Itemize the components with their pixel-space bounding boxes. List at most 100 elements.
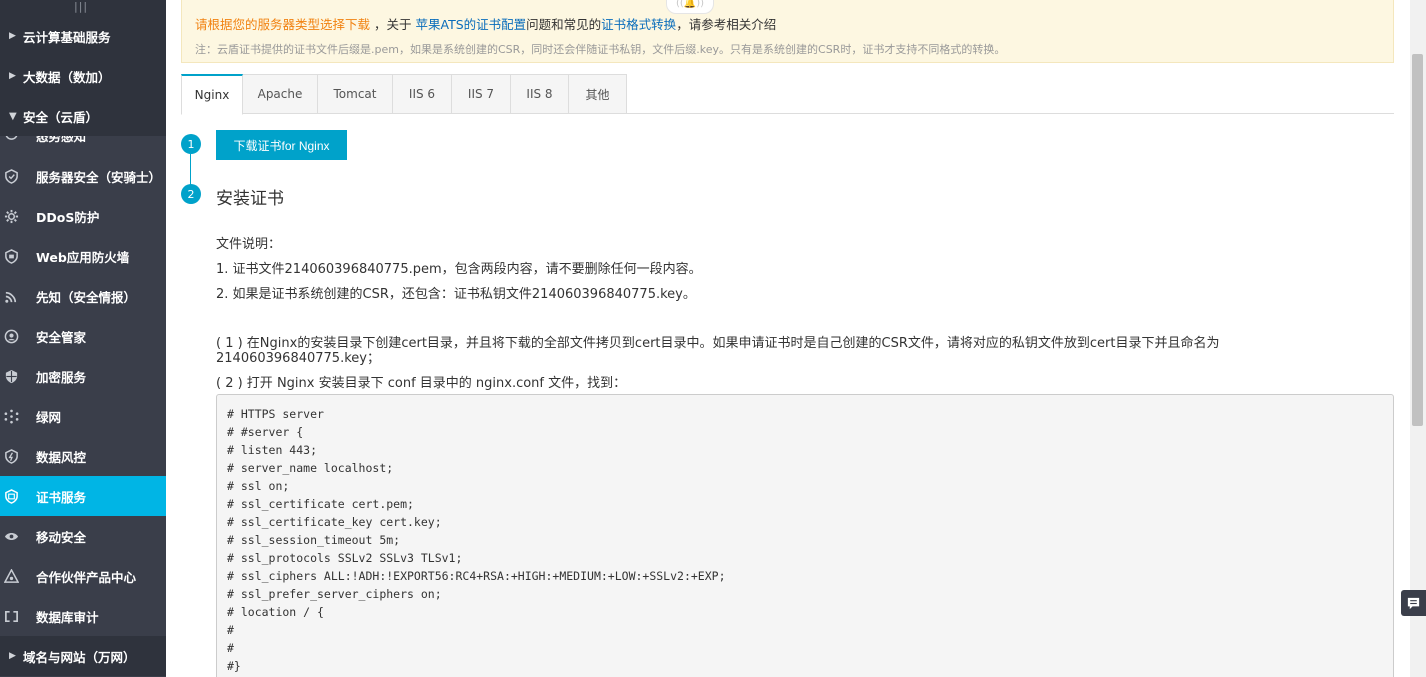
- sidebar-item-security-butler[interactable]: 安全管家: [0, 316, 166, 356]
- eye-icon: [0, 136, 36, 141]
- menu-toggle-icon[interactable]: |||: [74, 0, 88, 13]
- code-line: #: [227, 641, 234, 655]
- install-instructions: 文件说明： 1. 证书文件214060396840775.pem，包含两段内容，…: [216, 232, 1396, 393]
- file-desc-title: 文件说明：: [216, 237, 282, 252]
- server-type-tabs: Nginx Apache Tomcat IIS 6 IIS 7 IIS 8 其他: [181, 74, 1394, 115]
- code-line: # ssl_session_timeout 5m;: [227, 533, 401, 547]
- sidebar-item-label: 安全管家: [36, 329, 87, 345]
- step-2-badge: 2: [181, 184, 201, 204]
- certificate-icon: [0, 488, 36, 504]
- sidebar: ||| ▶ 云计算基础服务 ▶ 大数据（数加） ▼ 安全（云盾） 态势感知 服务…: [0, 0, 166, 677]
- sidebar-item-label: 合作伙伴产品中心: [36, 569, 137, 585]
- ats-config-link[interactable]: 苹果ATS的证书配置: [416, 17, 527, 32]
- sidebar-item-data-risk[interactable]: 数据风控: [0, 436, 166, 476]
- encrypt-icon: [0, 369, 36, 384]
- sidebar-group-label: 大数据（数加）: [23, 69, 111, 85]
- db-audit-icon: [0, 609, 36, 624]
- sidebar-group-security[interactable]: ▼ 安全（云盾）: [0, 96, 166, 136]
- partner-icon: [0, 568, 36, 584]
- file-desc-item: 2. 如果是证书系统创建的CSR，还包含：证书私钥文件2140603968407…: [216, 287, 696, 302]
- code-line: # server_name localhost;: [227, 461, 394, 475]
- sidebar-item-label: 绿网: [36, 409, 62, 425]
- bell-icon[interactable]: ((🔔)): [666, 0, 714, 14]
- sidebar-item-label: 移动安全: [36, 529, 87, 545]
- signal-icon: [0, 289, 36, 304]
- firewall-icon: [0, 248, 36, 264]
- instruction-step-2: ( 2 ) 打开 Nginx 安装目录下 conf 目录中的 nginx.con…: [216, 376, 627, 391]
- sidebar-group-domain[interactable]: ▶ 域名与网站（万网）: [0, 636, 166, 676]
- sidebar-item-label: 数据库审计: [36, 609, 99, 625]
- code-line: #}: [227, 659, 241, 673]
- network-icon: [0, 409, 36, 424]
- caret-down-icon: ▼: [9, 110, 17, 122]
- sidebar-item-green-net[interactable]: 绿网: [0, 396, 166, 436]
- code-line: # ssl_certificate_key cert.key;: [227, 515, 442, 529]
- code-line: # location / {: [227, 605, 324, 619]
- install-cert-title: 安装证书: [216, 189, 284, 209]
- code-line: # listen 443;: [227, 443, 318, 457]
- tab-apache[interactable]: Apache: [243, 74, 318, 114]
- notice-text: ，关于: [374, 17, 412, 32]
- sidebar-item-label: DDoS防护: [36, 209, 100, 225]
- code-line: # ssl_prefer_server_ciphers on;: [227, 587, 442, 601]
- sidebar-group-big-data[interactable]: ▶ 大数据（数加）: [0, 56, 166, 96]
- headset-icon: [0, 329, 36, 344]
- sidebar-item-ddos[interactable]: DDoS防护: [0, 196, 166, 236]
- code-line: # ssl_ciphers ALL:!ADH:!EXPORT56:RC4+RSA…: [227, 569, 726, 583]
- sidebar-item-label: 先知（安全情报）: [36, 289, 137, 305]
- instruction-step-1: ( 1 ) 在Nginx的安装目录下创建cert目录，并且将下载的全部文件拷贝到…: [216, 336, 1220, 366]
- sidebar-item-label: 服务器安全（安骑士）: [36, 169, 162, 185]
- caret-right-icon: ▶: [9, 651, 16, 661]
- download-cert-button[interactable]: 下载证书for Nginx: [216, 130, 347, 160]
- sidebar-item-certificate[interactable]: 证书服务: [0, 476, 166, 516]
- step-1-badge: 1: [181, 134, 201, 154]
- mobile-security-icon: [0, 529, 36, 544]
- sidebar-item-server-security[interactable]: 服务器安全（安骑士）: [0, 156, 166, 196]
- shield-icon: [0, 168, 36, 184]
- page-scrollbar[interactable]: [1410, 0, 1426, 677]
- sidebar-item-label: 证书服务: [36, 489, 87, 505]
- sidebar-item-xianzhi[interactable]: 先知（安全情报）: [0, 276, 166, 316]
- notice-note: 注：云盾证书提供的证书文件后缀是.pem，如果是系统创建的CSR，同时还会伴随证…: [195, 43, 1006, 56]
- sidebar-group-label: 安全（云盾）: [23, 109, 99, 125]
- sidebar-item-label: 态势感知: [36, 136, 87, 144]
- caret-right-icon: ▶: [9, 71, 16, 81]
- notice-banner: 请根据您的服务器类型选择下载 ，关于 苹果ATS的证书配置问题和常见的证书格式转…: [181, 0, 1394, 63]
- tab-iis6[interactable]: IIS 6: [393, 74, 452, 114]
- tab-other[interactable]: 其他: [569, 74, 627, 114]
- caret-right-icon: ▶: [9, 31, 16, 41]
- nginx-config-code[interactable]: # HTTPS server # #server { # listen 443;…: [216, 394, 1394, 677]
- tab-iis7[interactable]: IIS 7: [452, 74, 511, 114]
- sidebar-item-label: 加密服务: [36, 369, 87, 385]
- tab-iis8[interactable]: IIS 8: [511, 74, 569, 114]
- sidebar-item-label: 数据风控: [36, 449, 87, 465]
- code-line: # ssl_protocols SSLv2 SSLv3 TLSv1;: [227, 551, 463, 565]
- code-line: # ssl on;: [227, 479, 290, 493]
- gear-icon: [0, 209, 36, 224]
- sidebar-top-stub: |||: [0, 0, 166, 16]
- sidebar-item-encryption[interactable]: 加密服务: [0, 356, 166, 396]
- file-desc-item: 1. 证书文件214060396840775.pem，包含两段内容，请不要删除任…: [216, 262, 702, 277]
- notice-line: 请根据您的服务器类型选择下载 ，关于 苹果ATS的证书配置问题和常见的证书格式转…: [195, 14, 776, 33]
- sidebar-group-label: 域名与网站（万网）: [23, 649, 136, 665]
- sidebar-group-cloud-computing[interactable]: ▶ 云计算基础服务: [0, 16, 166, 56]
- code-line: # ssl_certificate cert.pem;: [227, 497, 414, 511]
- scrollbar-thumb[interactable]: [1412, 54, 1423, 426]
- sidebar-item-db-audit[interactable]: 数据库审计: [0, 596, 166, 636]
- code-line: # HTTPS server: [227, 407, 324, 421]
- notice-text: ，请参考相关介绍: [676, 17, 777, 32]
- format-convert-link[interactable]: 证书格式转换: [601, 17, 676, 32]
- tab-nginx[interactable]: Nginx: [181, 74, 243, 115]
- data-risk-icon: [0, 448, 36, 464]
- notice-highlight: 请根据您的服务器类型选择下载: [195, 17, 371, 32]
- chat-bubble-icon[interactable]: [1401, 590, 1426, 616]
- sidebar-item-mobile-security[interactable]: 移动安全: [0, 516, 166, 556]
- code-line: #: [227, 623, 234, 637]
- sidebar-item-waf[interactable]: Web应用防火墙: [0, 236, 166, 276]
- sidebar-item-partner[interactable]: 合作伙伴产品中心: [0, 556, 166, 596]
- tab-tomcat[interactable]: Tomcat: [318, 74, 393, 114]
- sidebar-group-label: 云计算基础服务: [23, 29, 111, 45]
- main-content: 请根据您的服务器类型选择下载 ，关于 苹果ATS的证书配置问题和常见的证书格式转…: [166, 0, 1410, 677]
- step-connector: [190, 154, 191, 188]
- sidebar-item-situation-awareness[interactable]: 态势感知: [0, 136, 166, 156]
